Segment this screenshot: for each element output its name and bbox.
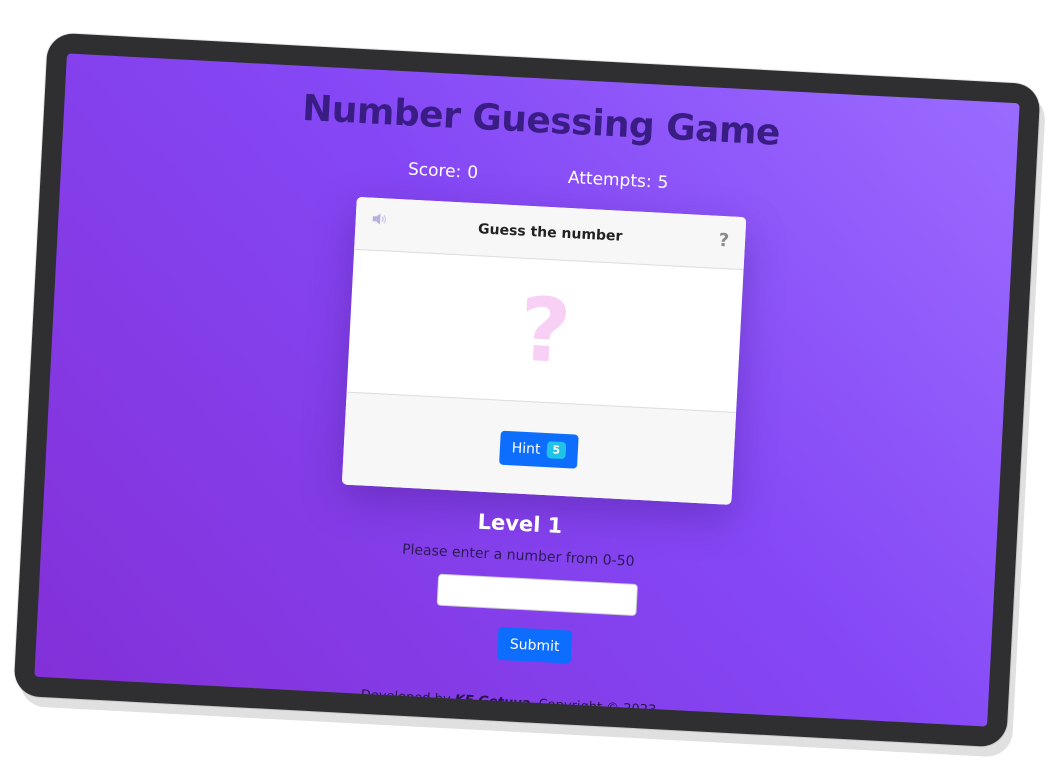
hint-button[interactable]: Hint 5 bbox=[498, 430, 579, 469]
guess-input[interactable] bbox=[436, 573, 638, 617]
attempts-label: Attempts: bbox=[567, 167, 653, 193]
footer-copyright: . Copyright © 2023. bbox=[529, 696, 661, 719]
card-body: ? bbox=[347, 250, 744, 412]
card-title: Guess the number bbox=[477, 221, 623, 245]
attempts-stat: Attempts: 5 bbox=[567, 168, 668, 193]
device-frame: Number Guessing Game Score: 0 Attempts: … bbox=[13, 32, 1041, 748]
mystery-number: ? bbox=[516, 277, 574, 384]
footer-author: KF Getuya bbox=[454, 692, 531, 712]
score-value: 0 bbox=[466, 162, 479, 184]
guess-card: Guess the number ? ? Hint 5 bbox=[341, 196, 747, 505]
attempts-value: 5 bbox=[657, 172, 669, 194]
submit-button[interactable]: Submit bbox=[496, 626, 573, 664]
speaker-icon[interactable] bbox=[371, 212, 388, 227]
footer-prefix: Developed by bbox=[360, 687, 451, 708]
hint-label: Hint bbox=[511, 439, 541, 458]
score-label: Score: bbox=[407, 159, 462, 183]
question-icon[interactable]: ? bbox=[718, 230, 730, 252]
hint-count-badge: 5 bbox=[546, 441, 567, 460]
card-footer: Hint 5 bbox=[341, 391, 737, 505]
app-content: Number Guessing Game Score: 0 Attempts: … bbox=[34, 53, 1019, 726]
stage: Number Guessing Game Score: 0 Attempts: … bbox=[0, 0, 1051, 774]
footer-credit: Developed by KF Getuya. Copyright © 2023… bbox=[34, 671, 987, 727]
score-stat: Score: 0 bbox=[407, 159, 478, 183]
app-screen: Number Guessing Game Score: 0 Attempts: … bbox=[34, 53, 1020, 727]
